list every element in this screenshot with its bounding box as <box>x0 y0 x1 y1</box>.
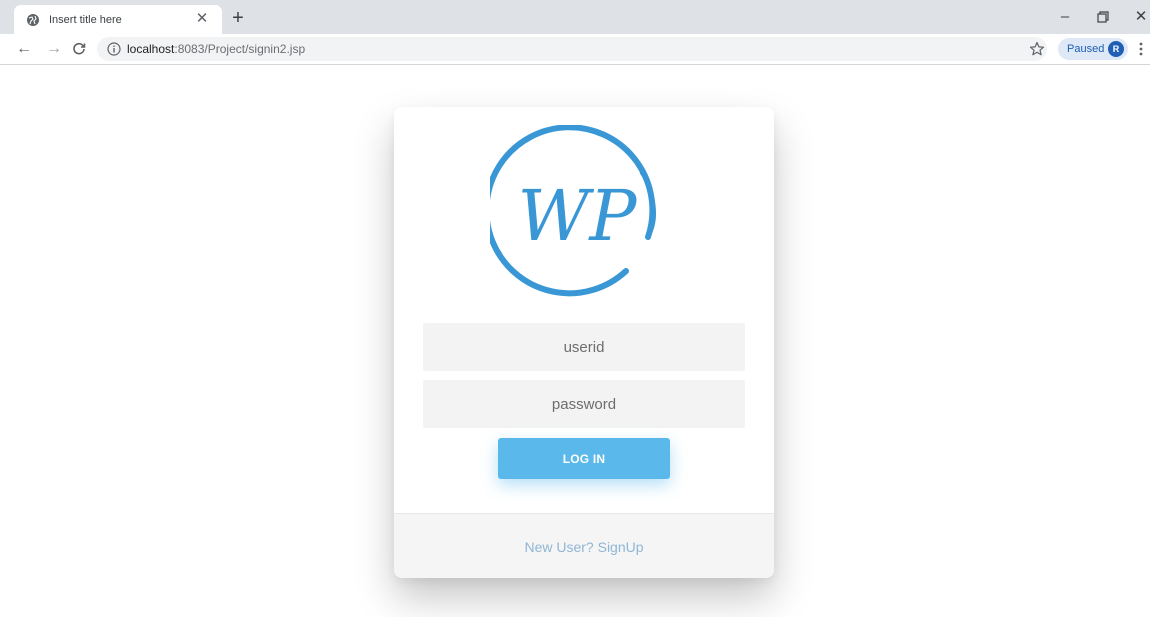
login-card: WP LOG IN New User? SignUp <box>394 107 774 578</box>
login-button[interactable]: LOG IN <box>498 438 670 479</box>
tab-strip: Insert title here ✕ + – ✕ <box>0 0 1150 34</box>
menu-dots-icon[interactable] <box>1136 41 1146 57</box>
reload-icon[interactable] <box>69 39 89 59</box>
browser-tab[interactable]: Insert title here ✕ <box>14 5 222 34</box>
tab-title: Insert title here <box>49 13 122 26</box>
forward-arrow-icon[interactable]: → <box>44 39 64 59</box>
info-icon[interactable] <box>107 42 121 56</box>
browser-toolbar: ← → localhost:8083/Project/signin2.jsp P… <box>0 34 1150 65</box>
password-field[interactable] <box>423 380 745 428</box>
minimize-icon[interactable]: – <box>1056 8 1074 26</box>
url-path: :8083/Project/signin2.jsp <box>174 42 306 56</box>
address-bar[interactable]: localhost:8083/Project/signin2.jsp <box>97 37 1047 61</box>
card-footer: New User? SignUp <box>394 513 774 578</box>
url-host: localhost <box>127 42 175 56</box>
profile-status: Paused <box>1067 43 1105 55</box>
star-icon[interactable] <box>1029 41 1045 57</box>
globe-icon <box>27 13 39 26</box>
wp-logo: WP <box>490 125 657 297</box>
window-close-icon[interactable]: ✕ <box>1132 8 1150 26</box>
profile-button[interactable]: Paused R <box>1058 38 1128 60</box>
avatar: R <box>1108 41 1124 57</box>
close-icon[interactable]: ✕ <box>194 11 210 27</box>
logo-text: WP <box>517 175 638 257</box>
back-arrow-icon[interactable]: ← <box>14 39 34 59</box>
plus-icon[interactable]: + <box>229 8 247 28</box>
signup-link[interactable]: New User? SignUp <box>524 539 643 555</box>
restore-icon[interactable] <box>1094 8 1112 26</box>
userid-field[interactable] <box>423 323 745 371</box>
